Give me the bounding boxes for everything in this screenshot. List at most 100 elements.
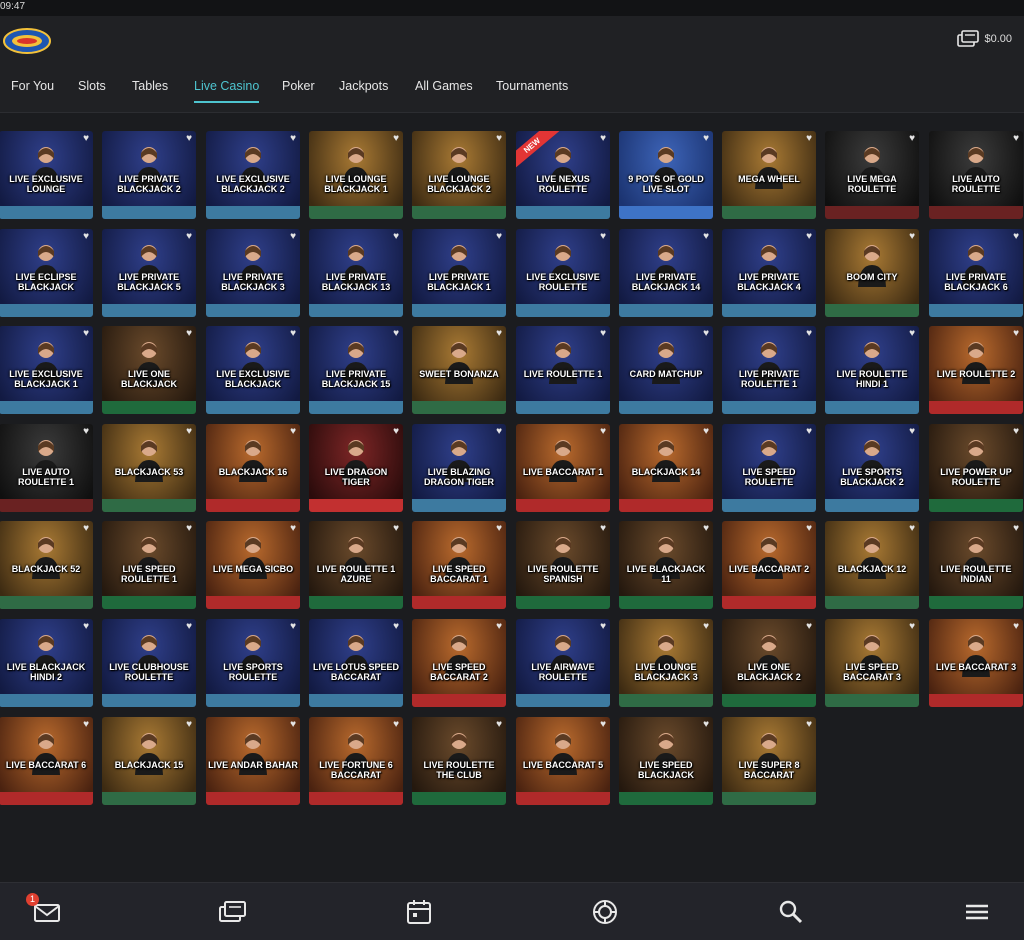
game-tile[interactable]: LIVE SPEED ROULETTE ♥ [722, 424, 816, 512]
favorite-heart-icon[interactable]: ♥ [909, 329, 915, 339]
favorite-heart-icon[interactable]: ♥ [600, 720, 606, 730]
favorite-heart-icon[interactable]: ♥ [806, 134, 812, 144]
favorite-heart-icon[interactable]: ♥ [909, 427, 915, 437]
favorite-heart-icon[interactable]: ♥ [496, 329, 502, 339]
favorite-heart-icon[interactable]: ♥ [806, 427, 812, 437]
tab-slots[interactable]: Slots [78, 79, 106, 101]
tab-tables[interactable]: Tables [132, 79, 168, 101]
favorite-heart-icon[interactable]: ♥ [909, 622, 915, 632]
game-tile[interactable]: LIVE ONE BLACKJACK 2 ♥ [722, 619, 816, 707]
game-tile[interactable]: LIVE ANDAR BAHAR ♥ [206, 717, 300, 805]
game-tile[interactable]: MEGA WHEEL ♥ [722, 131, 816, 219]
game-tile[interactable]: LIVE ROULETTE THE CLUB ♥ [412, 717, 506, 805]
favorite-heart-icon[interactable]: ♥ [83, 720, 89, 730]
favorite-heart-icon[interactable]: ♥ [186, 134, 192, 144]
game-tile[interactable]: BOOM CITY ♥ [825, 229, 919, 317]
favorite-heart-icon[interactable]: ♥ [1013, 134, 1019, 144]
favorite-heart-icon[interactable]: ♥ [186, 720, 192, 730]
game-tile[interactable]: BLACKJACK 53 ♥ [102, 424, 196, 512]
favorite-heart-icon[interactable]: ♥ [393, 720, 399, 730]
game-tile[interactable]: LIVE BACCARAT 1 ♥ [516, 424, 610, 512]
game-tile[interactable]: LIVE POWER UP ROULETTE ♥ [929, 424, 1023, 512]
game-tile[interactable]: LIVE EXCLUSIVE BLACKJACK ♥ [206, 326, 300, 414]
game-tile[interactable]: LIVE ROULETTE SPANISH ♥ [516, 521, 610, 609]
favorite-heart-icon[interactable]: ♥ [703, 524, 709, 534]
favorite-heart-icon[interactable]: ♥ [1013, 622, 1019, 632]
game-tile[interactable]: LIVE BACCARAT 3 ♥ [929, 619, 1023, 707]
favorite-heart-icon[interactable]: ♥ [186, 524, 192, 534]
game-tile[interactable]: LIVE BLAZING DRAGON TIGER ♥ [412, 424, 506, 512]
game-tile[interactable]: LIVE SPEED BLACKJACK ♥ [619, 717, 713, 805]
favorite-heart-icon[interactable]: ♥ [600, 622, 606, 632]
game-tile[interactable]: LIVE ECLIPSE BLACKJACK ♥ [0, 229, 93, 317]
favorite-heart-icon[interactable]: ♥ [83, 134, 89, 144]
game-tile[interactable]: LIVE MEGA SICBO ♥ [206, 521, 300, 609]
game-tile[interactable]: LIVE PRIVATE ROULETTE 1 ♥ [722, 326, 816, 414]
game-tile[interactable]: LIVE EXCLUSIVE LOUNGE ♥ [0, 131, 93, 219]
favorite-heart-icon[interactable]: ♥ [806, 232, 812, 242]
game-tile[interactable]: LIVE SPEED ROULETTE 1 ♥ [102, 521, 196, 609]
favorite-heart-icon[interactable]: ♥ [290, 427, 296, 437]
game-tile[interactable]: LIVE LOUNGE BLACKJACK 3 ♥ [619, 619, 713, 707]
favorite-heart-icon[interactable]: ♥ [496, 232, 502, 242]
favorite-heart-icon[interactable]: ♥ [600, 524, 606, 534]
favorite-heart-icon[interactable]: ♥ [83, 524, 89, 534]
game-tile[interactable]: LIVE MEGA ROULETTE ♥ [825, 131, 919, 219]
promotions-button[interactable] [590, 897, 620, 927]
game-tile[interactable]: BLACKJACK 12 ♥ [825, 521, 919, 609]
game-tile[interactable]: LIVE SPORTS ROULETTE ♥ [206, 619, 300, 707]
favorite-heart-icon[interactable]: ♥ [909, 134, 915, 144]
game-tile[interactable]: LIVE PRIVATE BLACKJACK 4 ♥ [722, 229, 816, 317]
favorite-heart-icon[interactable]: ♥ [290, 524, 296, 534]
game-tile[interactable]: LIVE PRIVATE BLACKJACK 2 ♥ [102, 131, 196, 219]
game-tile[interactable]: LIVE SPEED BACCARAT 3 ♥ [825, 619, 919, 707]
favorite-heart-icon[interactable]: ♥ [703, 134, 709, 144]
favorite-heart-icon[interactable]: ♥ [393, 329, 399, 339]
favorite-heart-icon[interactable]: ♥ [1013, 427, 1019, 437]
game-tile[interactable]: 9 POTS OF GOLD LIVE SLOT ♥ [619, 131, 713, 219]
favorite-heart-icon[interactable]: ♥ [393, 134, 399, 144]
favorite-heart-icon[interactable]: ♥ [83, 427, 89, 437]
favorite-heart-icon[interactable]: ♥ [909, 524, 915, 534]
game-tile[interactable]: LIVE ROULETTE 1 AZURE ♥ [309, 521, 403, 609]
game-tile[interactable]: LIVE ROULETTE INDIAN ♥ [929, 521, 1023, 609]
favorite-heart-icon[interactable]: ♥ [703, 622, 709, 632]
game-tile[interactable]: BLACKJACK 15 ♥ [102, 717, 196, 805]
favorite-heart-icon[interactable]: ♥ [83, 232, 89, 242]
tab-live-casino[interactable]: Live Casino [194, 79, 260, 103]
favorite-heart-icon[interactable]: ♥ [496, 134, 502, 144]
favorite-heart-icon[interactable]: ♥ [393, 622, 399, 632]
cashier-button[interactable] [217, 897, 247, 927]
game-tile[interactable]: LIVE EXCLUSIVE BLACKJACK 1 ♥ [0, 326, 93, 414]
game-tile[interactable]: NEW LIVE NEXUS ROULETTE ♥ [516, 131, 610, 219]
game-tile[interactable]: LIVE LOUNGE BLACKJACK 1 ♥ [309, 131, 403, 219]
wallet-button[interactable]: $0.00 [957, 30, 1012, 48]
favorite-heart-icon[interactable]: ♥ [496, 622, 502, 632]
favorite-heart-icon[interactable]: ♥ [1013, 524, 1019, 534]
game-tile[interactable]: LIVE PRIVATE BLACKJACK 15 ♥ [309, 326, 403, 414]
favorite-heart-icon[interactable]: ♥ [186, 329, 192, 339]
search-button[interactable] [776, 897, 806, 927]
favorite-heart-icon[interactable]: ♥ [600, 427, 606, 437]
favorite-heart-icon[interactable]: ♥ [186, 427, 192, 437]
game-tile[interactable]: LIVE ROULETTE 2 ♥ [929, 326, 1023, 414]
game-tile[interactable]: LIVE LOUNGE BLACKJACK 2 ♥ [412, 131, 506, 219]
favorite-heart-icon[interactable]: ♥ [703, 720, 709, 730]
game-tile[interactable]: LIVE SPORTS BLACKJACK 2 ♥ [825, 424, 919, 512]
game-tile[interactable]: LIVE PRIVATE BLACKJACK 13 ♥ [309, 229, 403, 317]
favorite-heart-icon[interactable]: ♥ [703, 232, 709, 242]
calendar-button[interactable] [404, 897, 434, 927]
favorite-heart-icon[interactable]: ♥ [290, 329, 296, 339]
game-tile[interactable]: LIVE LOTUS SPEED BACCARAT ♥ [309, 619, 403, 707]
game-tile[interactable]: LIVE AUTO ROULETTE 1 ♥ [0, 424, 93, 512]
game-tile[interactable]: LIVE BACCARAT 5 ♥ [516, 717, 610, 805]
favorite-heart-icon[interactable]: ♥ [186, 622, 192, 632]
game-tile[interactable]: LIVE EXCLUSIVE BLACKJACK 2 ♥ [206, 131, 300, 219]
favorite-heart-icon[interactable]: ♥ [600, 329, 606, 339]
favorite-heart-icon[interactable]: ♥ [83, 622, 89, 632]
tab-tournaments[interactable]: Tournaments [496, 79, 568, 101]
favorite-heart-icon[interactable]: ♥ [290, 720, 296, 730]
favorite-heart-icon[interactable]: ♥ [393, 524, 399, 534]
favorite-heart-icon[interactable]: ♥ [496, 720, 502, 730]
favorite-heart-icon[interactable]: ♥ [1013, 329, 1019, 339]
